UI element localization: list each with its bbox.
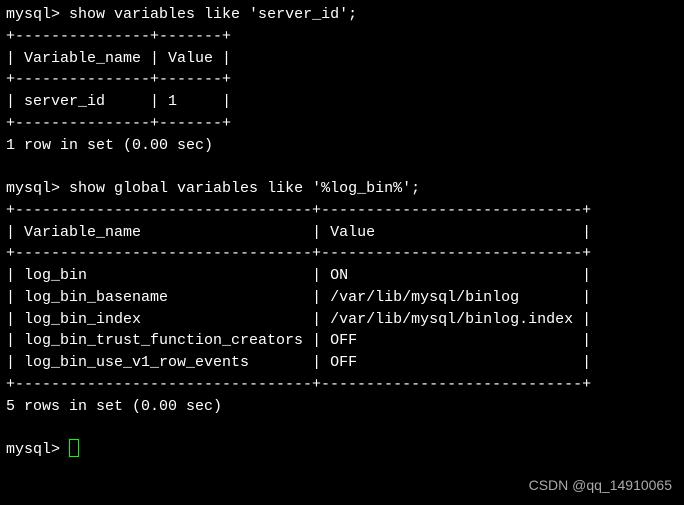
cell-variable-name: server_id <box>24 93 105 110</box>
mysql-prompt: mysql> <box>6 6 60 23</box>
table1-border: +---------------+-------+ <box>6 115 231 132</box>
watermark: CSDN @qq_14910065 <box>529 475 672 495</box>
terminal-output: mysql> show variables like 'server_id'; … <box>0 0 684 505</box>
table2-border: +---------------------------------+-----… <box>6 202 591 219</box>
cell-value: 1 <box>168 93 177 110</box>
table2-header-col2: Value <box>330 224 375 241</box>
table1-header: | Variable_name | Value | <box>6 50 231 67</box>
table1-row: | server_id | 1 | <box>6 93 231 110</box>
table2-header-col1: Variable_name <box>24 224 141 241</box>
sql-query-1: show variables like 'server_id'; <box>69 6 357 23</box>
cell-variable-name: log_bin_trust_function_creators <box>24 332 303 349</box>
mysql-prompt: mysql> <box>6 180 60 197</box>
cursor-icon[interactable] <box>69 439 79 457</box>
table1-border: +---------------+-------+ <box>6 71 231 88</box>
sql-query-2: show global variables like '%log_bin%'; <box>69 180 420 197</box>
result-footer-1: 1 row in set (0.00 sec) <box>6 137 213 154</box>
cell-variable-name: log_bin_basename <box>24 289 168 306</box>
result-footer-2: 5 rows in set (0.00 sec) <box>6 398 222 415</box>
cell-value: ON <box>330 267 348 284</box>
cell-value: OFF <box>330 332 357 349</box>
cell-value: /var/lib/mysql/binlog <box>330 289 519 306</box>
mysql-prompt: mysql> <box>6 441 60 458</box>
table1-border: +---------------+-------+ <box>6 28 231 45</box>
cell-value: /var/lib/mysql/binlog.index <box>330 311 573 328</box>
table2-border: +---------------------------------+-----… <box>6 376 591 393</box>
cell-value: OFF <box>330 354 357 371</box>
cell-variable-name: log_bin_index <box>24 311 141 328</box>
cell-variable-name: log_bin <box>24 267 87 284</box>
table2-border: +---------------------------------+-----… <box>6 245 591 262</box>
cell-variable-name: log_bin_use_v1_row_events <box>24 354 249 371</box>
